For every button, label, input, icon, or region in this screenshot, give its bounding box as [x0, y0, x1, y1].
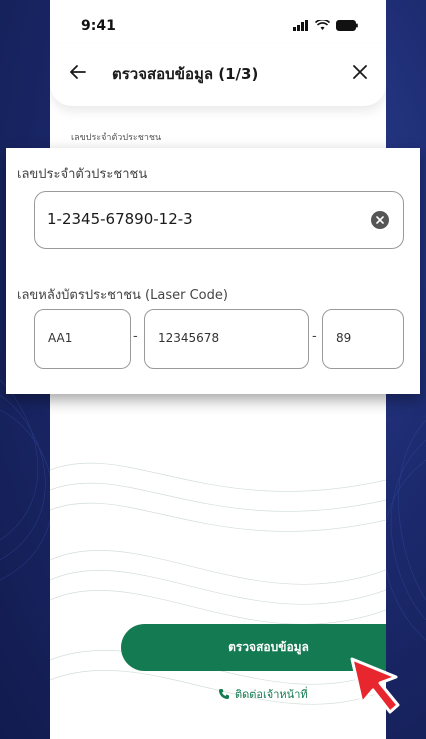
status-bar: 9:41: [50, 0, 386, 44]
id-number-label: เลขประจำตัวประชาชน: [17, 167, 148, 182]
laser-separator-1: -: [133, 329, 138, 344]
laser-code-part2-value: 12345678: [158, 331, 220, 345]
close-button[interactable]: [346, 58, 374, 86]
zoomed-form-panel: เลขประจำตัวประชาชน 1-2345-67890-12-3 เลข…: [6, 148, 420, 394]
phone-icon: [219, 689, 229, 699]
cursor-pointer-icon: [350, 657, 400, 714]
laser-code-part1-value: AA1: [48, 331, 73, 345]
id-number-input[interactable]: 1-2345-67890-12-3: [34, 191, 404, 249]
back-arrow-icon: [70, 65, 86, 79]
clear-icon: [376, 216, 384, 224]
signal-icon: [293, 20, 308, 31]
laser-code-label: เลขหลังบัตรประชาชน (Laser Code): [17, 288, 228, 303]
battery-icon: [336, 20, 358, 31]
laser-code-part2-input[interactable]: 12345678: [144, 309, 309, 369]
header-bar: ตรวจสอบข้อมูล (1/3): [50, 44, 386, 106]
id-number-value: 1-2345-67890-12-3: [47, 210, 193, 228]
id-label-background: เลขประจำตัวประชาชน: [71, 133, 162, 143]
laser-code-part3-input[interactable]: 89: [322, 309, 404, 369]
verify-button[interactable]: ตรวจสอบข้อมูล: [121, 624, 386, 671]
back-button[interactable]: [64, 58, 92, 86]
contact-staff-link[interactable]: ติดต่อเจ้าหน้าที่: [218, 685, 308, 703]
close-icon: [353, 65, 367, 79]
contact-link-label: ติดต่อเจ้าหน้าที่: [235, 688, 308, 701]
status-time: 9:41: [81, 18, 116, 34]
wifi-icon: [315, 20, 330, 30]
laser-separator-2: -: [312, 329, 317, 344]
page-title: ตรวจสอบข้อมูล (1/3): [112, 65, 259, 83]
laser-code-part3-value: 89: [336, 331, 352, 345]
clear-input-button[interactable]: [371, 211, 389, 229]
laser-code-part1-input[interactable]: AA1: [34, 309, 131, 369]
